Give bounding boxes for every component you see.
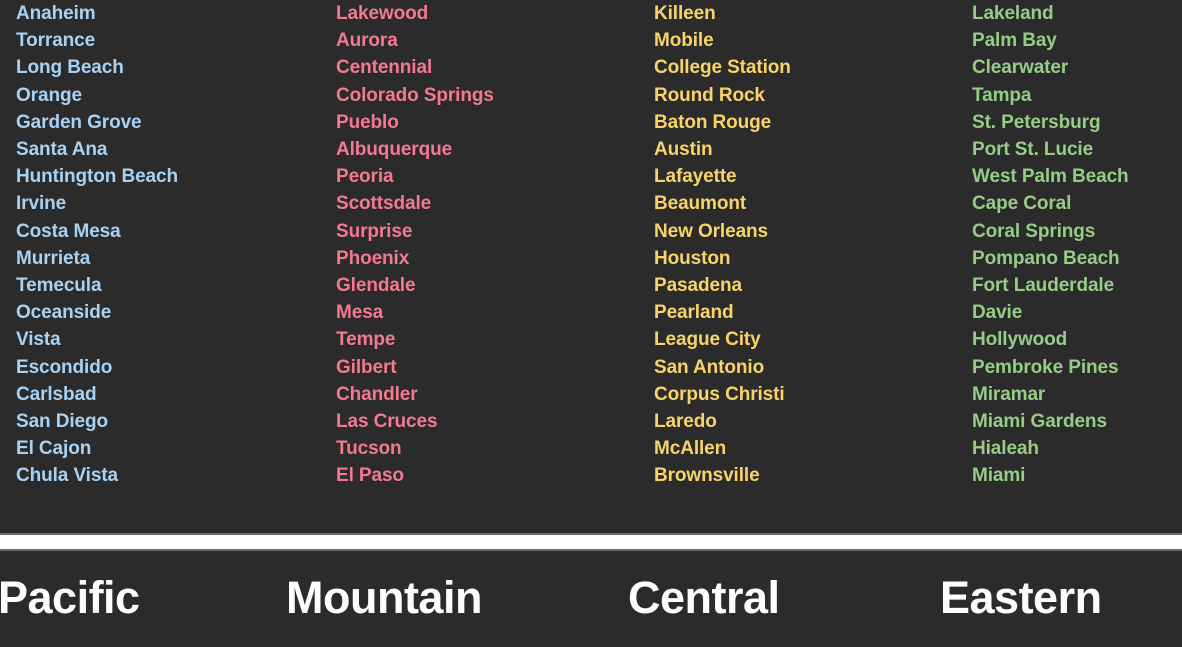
city-list-item[interactable]: Irvine — [16, 190, 316, 217]
city-list-item[interactable]: Tampa — [972, 82, 1182, 109]
city-list-item[interactable]: Round Rock — [654, 82, 954, 109]
city-list-item[interactable]: Tempe — [336, 326, 636, 353]
city-list-item[interactable]: Killeen — [654, 0, 954, 27]
city-list-item[interactable]: Corpus Christi — [654, 381, 954, 408]
separator-band — [0, 535, 1182, 549]
city-list-item[interactable]: Albuquerque — [336, 136, 636, 163]
zone-label-central: Central — [628, 572, 780, 623]
city-list-item[interactable]: Scottsdale — [336, 190, 636, 217]
city-list-item[interactable]: Miami — [972, 462, 1182, 489]
zone-label-mountain: Mountain — [286, 572, 482, 623]
city-list-item[interactable]: Gilbert — [336, 354, 636, 381]
city-list-item[interactable]: West Palm Beach — [972, 163, 1182, 190]
city-list-item[interactable]: Chandler — [336, 381, 636, 408]
city-list-item[interactable]: Baton Rouge — [654, 109, 954, 136]
city-list-item[interactable]: Torrance — [16, 27, 316, 54]
city-list-item[interactable]: McAllen — [654, 435, 954, 462]
city-list-item[interactable]: Houston — [654, 245, 954, 272]
zone-label-pacific: Pacific — [0, 572, 140, 623]
city-list-item[interactable]: Hialeah — [972, 435, 1182, 462]
city-list-item[interactable]: Costa Mesa — [16, 218, 316, 245]
city-list-item[interactable]: Brownsville — [654, 462, 954, 489]
city-list-item[interactable]: Mesa — [336, 299, 636, 326]
city-list-item[interactable]: College Station — [654, 54, 954, 81]
city-list-item[interactable]: Pueblo — [336, 109, 636, 136]
city-list-item[interactable]: Huntington Beach — [16, 163, 316, 190]
city-list-item[interactable]: Centennial — [336, 54, 636, 81]
city-list-item[interactable]: Escondido — [16, 354, 316, 381]
city-list-item[interactable]: San Antonio — [654, 354, 954, 381]
city-list-item[interactable]: El Cajon — [16, 435, 316, 462]
city-list-item[interactable]: Beaumont — [654, 190, 954, 217]
city-list-item[interactable]: Peoria — [336, 163, 636, 190]
city-list-item[interactable]: Miami Gardens — [972, 408, 1182, 435]
city-list-item[interactable]: New Orleans — [654, 218, 954, 245]
city-lists-panel: Anaheim Torrance Long Beach Orange Garden Gr… — [0, 0, 1182, 535]
timezone-city-board: Anaheim Torrance Long Beach Orange Garden Gr… — [0, 0, 1182, 647]
city-list-item[interactable]: Vista — [16, 326, 316, 353]
zone-column-eastern: Lakeland Palm Bay Clearwater Tampa St. Peter… — [972, 0, 1182, 490]
city-list-item[interactable]: Cape Coral — [972, 190, 1182, 217]
city-list-item[interactable]: Hollywood — [972, 326, 1182, 353]
city-list-item[interactable]: Port St. Lucie — [972, 136, 1182, 163]
city-list-item[interactable]: Mobile — [654, 27, 954, 54]
city-list-item[interactable]: Phoenix — [336, 245, 636, 272]
zone-column-mountain: Lakewood Aurora Centennial Colorado Springs… — [336, 0, 636, 490]
city-list-item[interactable]: Surprise — [336, 218, 636, 245]
city-list-item[interactable]: Glendale — [336, 272, 636, 299]
city-list-item[interactable]: Anaheim — [16, 0, 316, 27]
city-list-item[interactable]: Fort Lauderdale — [972, 272, 1182, 299]
city-list-item[interactable]: Austin — [654, 136, 954, 163]
city-list-item[interactable]: Lakewood — [336, 0, 636, 27]
zone-column-central: Killeen Mobile College Station Round Rock Ba… — [654, 0, 954, 490]
city-list-item[interactable]: Pearland — [654, 299, 954, 326]
city-list-item[interactable]: Laredo — [654, 408, 954, 435]
city-list-item[interactable]: League City — [654, 326, 954, 353]
zone-column-pacific: Anaheim Torrance Long Beach Orange Garden Gr… — [16, 0, 316, 490]
city-list-item[interactable]: Colorado Springs — [336, 82, 636, 109]
zone-label-footer: Pacific Mountain Central Eastern — [0, 551, 1182, 647]
city-list-item[interactable]: Carlsbad — [16, 381, 316, 408]
city-list-item[interactable]: Murrieta — [16, 245, 316, 272]
city-list-item[interactable]: Orange — [16, 82, 316, 109]
city-list-item[interactable]: Pembroke Pines — [972, 354, 1182, 381]
city-list-item[interactable]: Santa Ana — [16, 136, 316, 163]
zone-label-eastern: Eastern — [940, 572, 1102, 623]
city-list-item[interactable]: Miramar — [972, 381, 1182, 408]
city-list-item[interactable]: Temecula — [16, 272, 316, 299]
city-list-item[interactable]: Palm Bay — [972, 27, 1182, 54]
city-list-item[interactable]: Garden Grove — [16, 109, 316, 136]
city-list-item[interactable]: Chula Vista — [16, 462, 316, 489]
city-list-item[interactable]: Coral Springs — [972, 218, 1182, 245]
city-list-item[interactable]: Davie — [972, 299, 1182, 326]
city-list-item[interactable]: Aurora — [336, 27, 636, 54]
city-list-item[interactable]: Las Cruces — [336, 408, 636, 435]
city-list-item[interactable]: Oceanside — [16, 299, 316, 326]
city-list-item[interactable]: Tucson — [336, 435, 636, 462]
city-list-item[interactable]: Pasadena — [654, 272, 954, 299]
city-list-item[interactable]: Pompano Beach — [972, 245, 1182, 272]
city-list-item[interactable]: San Diego — [16, 408, 316, 435]
city-list-item[interactable]: St. Petersburg — [972, 109, 1182, 136]
city-list-item[interactable]: Lafayette — [654, 163, 954, 190]
city-list-item[interactable]: Long Beach — [16, 54, 316, 81]
city-list-item[interactable]: Clearwater — [972, 54, 1182, 81]
city-list-item[interactable]: Lakeland — [972, 0, 1182, 27]
city-list-item[interactable]: El Paso — [336, 462, 636, 489]
